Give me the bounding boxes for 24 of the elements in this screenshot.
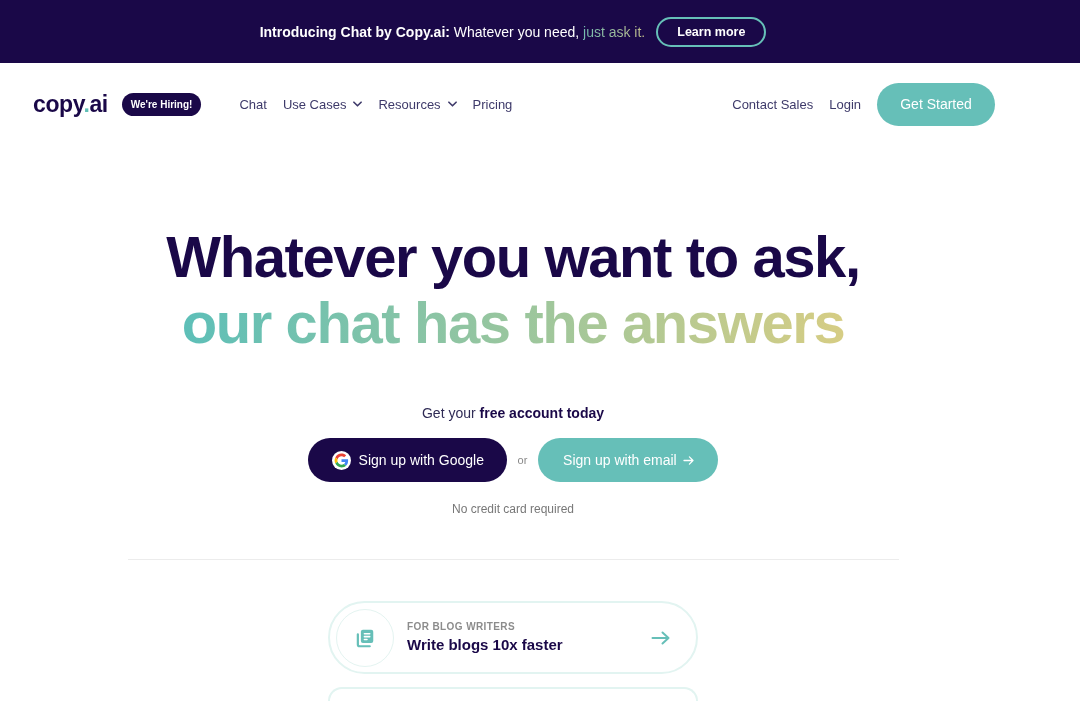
google-signup-button[interactable]: Sign up with Google (307, 438, 507, 482)
nav-link[interactable]: Pricing (472, 96, 513, 112)
nav-link[interactable]: Chat (239, 96, 267, 112)
nav-link[interactable]: Use Cases (282, 96, 363, 112)
card-eyebrow: FOR BLOG WRITERS (407, 621, 517, 633)
logo[interactable]: copy.ai (33, 91, 108, 117)
hiring-badge[interactable]: We're Hiring! (121, 92, 202, 116)
nav-link[interactable]: Contact Sales (732, 96, 814, 112)
nav-link[interactable]: Resources (378, 96, 457, 112)
arrow-right-icon (682, 455, 694, 465)
feature-card[interactable] (328, 687, 698, 701)
nav-link[interactable]: Login (829, 96, 861, 112)
hero-title: Whatever you want to ask, (166, 224, 860, 290)
g-logo-icon (331, 450, 351, 470)
feature-card[interactable]: FOR BLOG WRITERS Write blogs 10x faster (328, 601, 698, 674)
chevron-down-icon (353, 101, 363, 107)
chevron-down-icon (447, 101, 457, 107)
card-title: Write blogs 10x faster (407, 636, 563, 654)
learn-more-button[interactable]: Learn more (656, 16, 767, 47)
no-credit-card-note: No credit card required (451, 502, 575, 516)
signup-prompt: Get your free account today (421, 405, 605, 421)
arrow-right-icon (651, 630, 670, 645)
or-separator: or (517, 454, 528, 466)
announcement-text: Introducing Chat by Copy.ai: Whatever you need, just ask it. (259, 23, 646, 40)
